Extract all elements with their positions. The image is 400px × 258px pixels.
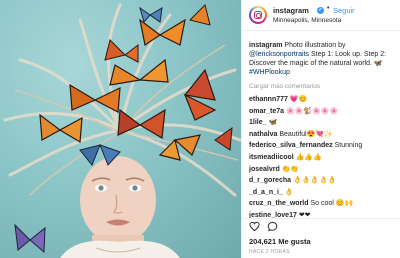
instagram-logo-icon	[254, 11, 262, 19]
comment-username[interactable]: cruz_n_the_world	[249, 200, 309, 207]
comment-item: d_r_gorecha 👌👌👌👌👌	[249, 175, 399, 187]
caption-username[interactable]: instagram	[249, 42, 282, 49]
comment-item: itsmeadiicool 👍👍👍	[249, 152, 399, 164]
comment-username[interactable]: itsmeadiicool	[249, 154, 294, 161]
post-caption: instagram Photo illustration by @lericks…	[249, 41, 399, 77]
verified-icon: ✔	[317, 6, 324, 14]
comment-item: federico_silva_fernandez Stunning	[249, 140, 399, 152]
comment-username[interactable]: d_r_gorecha	[249, 177, 291, 184]
comment-username[interactable]: 1lile_	[249, 119, 267, 126]
caption-hashtag[interactable]: #WHPlookup	[249, 69, 290, 76]
comment-username[interactable]: ethannn777	[249, 96, 288, 103]
post-sidebar: instagram ✔ • Seguir Minneapolis, Minnes…	[241, 0, 400, 258]
post-location[interactable]: Minneapolis, Minnesota	[273, 17, 341, 24]
comment-username[interactable]: josealvrd	[249, 166, 280, 173]
separator-dot: •	[327, 5, 330, 12]
comment-text: 🌸🌸🐒🌸🌸🌸	[284, 107, 339, 115]
butterfly-illustration	[3, 3, 241, 258]
comment-text: 👌👌👌👌👌	[291, 177, 337, 185]
post-header: instagram ✔ • Seguir Minneapolis, Minnes…	[242, 0, 400, 31]
comment-item: omar_te7a 🌸🌸🐒🌸🌸🌸	[249, 106, 399, 118]
comment-item: jestine_love17 ❤❤	[249, 210, 399, 222]
comment-item: _d_a_n_i_ 👌	[249, 187, 399, 199]
divider	[242, 218, 400, 219]
caption-text-before: Photo illustration by	[282, 42, 346, 49]
avatar-inner	[251, 8, 265, 22]
heart-icon[interactable]	[249, 221, 260, 232]
comment-text: Beautiful😍💘✨	[277, 130, 333, 138]
comment-item: josealvrd 👏👏	[249, 164, 399, 176]
comment-username[interactable]: federico_silva_fernandez	[249, 142, 333, 149]
caption-mention[interactable]: @lericksonportraits	[249, 51, 309, 58]
comment-text: Stunning	[332, 142, 363, 150]
follow-button[interactable]: Seguir	[333, 6, 355, 15]
comment-list: ethannn777 💗😊 omar_te7a 🌸🌸🐒🌸🌸🌸 1lile_ 🦋 …	[249, 94, 399, 222]
comment-item: cruz_n_the_world So cool 😊🙌	[249, 198, 399, 210]
comment-username[interactable]: _d_a_n_i_	[249, 189, 283, 196]
comment-item: ethannn777 💗😊	[249, 94, 399, 106]
comment-item: 1lile_ 🦋	[249, 117, 399, 129]
comment-text: 🦋	[266, 119, 278, 127]
post-username[interactable]: instagram	[273, 6, 309, 15]
avatar[interactable]	[249, 6, 267, 24]
load-more-comments-link[interactable]: Cargar más comentarios	[249, 83, 320, 90]
post-photo[interactable]	[0, 0, 241, 258]
comment-username[interactable]: nathalva	[249, 131, 277, 138]
comment-text: So cool 😊🙌	[308, 200, 354, 208]
comment-username[interactable]: omar_te7a	[249, 108, 284, 115]
comment-bubble-icon[interactable]	[267, 221, 278, 232]
like-count[interactable]: 204,621 Me gusta	[249, 237, 311, 246]
comment-text: 👌	[282, 188, 294, 196]
comment-text: 👍👍👍	[293, 153, 322, 161]
comment-text: 💗😊	[287, 96, 308, 103]
post-timestamp: HACE 2 HORAS	[249, 249, 290, 255]
comment-item: nathalva Beautiful😍💘✨	[249, 129, 399, 141]
comment-text: 👏👏	[279, 165, 300, 173]
